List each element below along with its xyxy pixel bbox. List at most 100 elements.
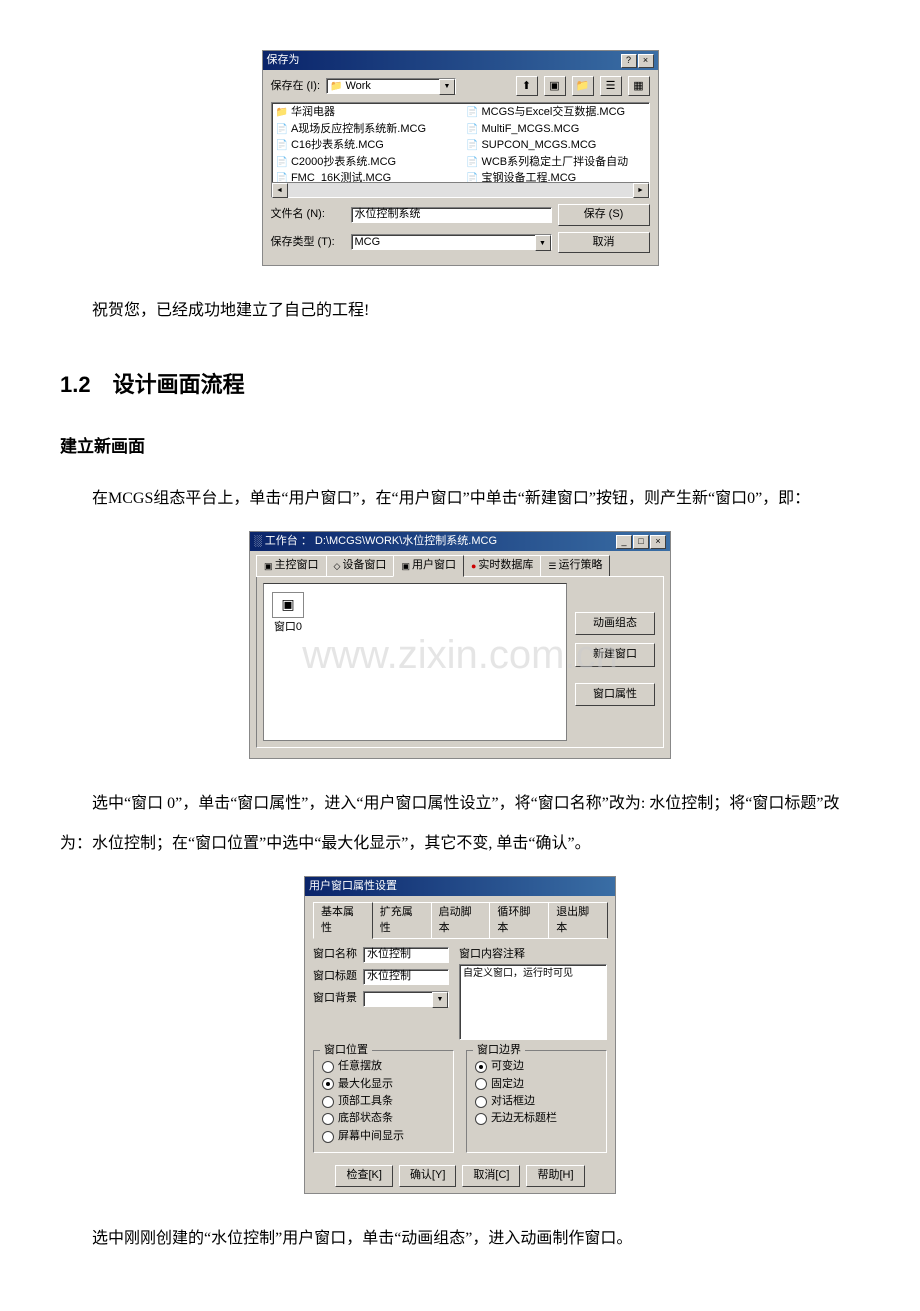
- radio-border-dialog[interactable]: 对话框边: [475, 1094, 598, 1109]
- radio-label: 无边无标题栏: [491, 1111, 557, 1126]
- workbench-window: ░ 工作台 ： D:\MCGS\WORK\水位控制系统.MCG _ □ × ▣主…: [249, 531, 671, 759]
- animation-config-button[interactable]: 动画组态: [575, 612, 655, 635]
- radio-position-max[interactable]: 最大化显示: [322, 1077, 445, 1092]
- file-name: WCB系列稳定土厂拌设备自动: [481, 155, 628, 170]
- radio-position-free[interactable]: 任意摆放: [322, 1059, 445, 1074]
- new-window-button[interactable]: 新建窗口: [575, 643, 655, 666]
- minimize-icon[interactable]: _: [616, 535, 632, 549]
- heading-level-2: 1.2 设计画面流程: [60, 361, 860, 409]
- dropdown-arrow-icon[interactable]: ▼: [432, 992, 448, 1008]
- doc-icon: [276, 122, 288, 137]
- file-name: MultiF_MCGS.MCG: [481, 122, 579, 137]
- tab-run-strategy[interactable]: ☰运行策略: [540, 555, 610, 575]
- note-textarea[interactable]: 自定义窗口，运行时可见: [459, 964, 607, 1040]
- dropdown-arrow-icon[interactable]: ▼: [439, 79, 455, 95]
- save-as-dialog: 保存为 ? × 保存在 (I): Work ▼ ⬆ ▣ 📁 ☰ ▦ 华润电器 A…: [262, 50, 659, 266]
- dialog-titlebar: 保存为 ? ×: [263, 51, 658, 70]
- device-icon: ◇: [334, 560, 341, 573]
- scroll-left-icon[interactable]: ◄: [272, 183, 288, 198]
- property-title: 用户窗口属性设置: [309, 879, 611, 894]
- window-item-label: 窗口0: [274, 620, 302, 635]
- list-item[interactable]: A现场反应控制系统新.MCG: [276, 122, 427, 137]
- radio-position-toptool[interactable]: 顶部工具条: [322, 1094, 445, 1109]
- filetype-combo[interactable]: MCG ▼: [351, 234, 552, 250]
- list-item[interactable]: 华润电器: [276, 105, 427, 120]
- radio-position-center[interactable]: 屏幕中间显示: [322, 1129, 445, 1144]
- database-icon: ●: [471, 560, 476, 573]
- desktop-icon[interactable]: ▣: [544, 76, 566, 96]
- workspace-area[interactable]: ▣ 窗口0: [263, 583, 567, 741]
- scroll-track[interactable]: [288, 183, 633, 197]
- save-button[interactable]: 保存 (S): [558, 204, 650, 225]
- confirm-button[interactable]: 确认[Y]: [399, 1165, 456, 1186]
- radio-label: 对话框边: [491, 1094, 535, 1109]
- list-item[interactable]: SUPCON_MCGS.MCG: [466, 138, 628, 153]
- dropdown-arrow-icon[interactable]: ▼: [535, 235, 551, 251]
- radio-label: 底部状态条: [338, 1111, 393, 1126]
- position-group: 窗口位置 任意摆放 最大化显示 顶部工具条 底部状态条 屏幕中间显示: [313, 1050, 454, 1153]
- radio-position-bottomstatus[interactable]: 底部状态条: [322, 1111, 445, 1126]
- note-value: 自定义窗口，运行时可见: [463, 968, 573, 979]
- scrollbar-horizontal[interactable]: ◄ ►: [272, 182, 649, 197]
- dialog-body: 保存在 (I): Work ▼ ⬆ ▣ 📁 ☰ ▦ 华润电器 A现场反应控制系统…: [263, 70, 658, 265]
- file-list[interactable]: 华润电器 A现场反应控制系统新.MCG C16抄表系统.MCG C2000抄表系…: [271, 102, 650, 198]
- close-icon[interactable]: ×: [650, 535, 666, 549]
- maximize-icon[interactable]: □: [633, 535, 649, 549]
- file-name: SUPCON_MCGS.MCG: [481, 138, 596, 153]
- window-property-button[interactable]: 窗口属性: [575, 683, 655, 706]
- strategy-icon: ☰: [548, 560, 556, 573]
- file-name: 华润电器: [291, 105, 335, 120]
- tab-user-window[interactable]: ▣用户窗口: [393, 555, 464, 576]
- up-folder-icon[interactable]: ⬆: [516, 76, 538, 96]
- tab-device-window[interactable]: ◇设备窗口: [326, 555, 395, 575]
- radio-icon: [322, 1113, 334, 1125]
- list-view-icon[interactable]: ☰: [600, 76, 622, 96]
- help-icon[interactable]: ?: [621, 54, 637, 68]
- check-button[interactable]: 检查[K]: [335, 1165, 392, 1186]
- tab-realtime-db[interactable]: ●实时数据库: [463, 555, 541, 575]
- radio-border-fixed[interactable]: 固定边: [475, 1077, 598, 1092]
- list-item[interactable]: MultiF_MCGS.MCG: [466, 122, 628, 137]
- save-in-combo[interactable]: Work ▼: [326, 78, 456, 94]
- tab-main-window[interactable]: ▣主控窗口: [256, 555, 327, 575]
- window-bg-combo[interactable]: ▼: [363, 991, 449, 1007]
- doc-icon: [466, 155, 478, 170]
- property-dialog: 用户窗口属性设置 基本属性 扩充属性 启动脚本 循环脚本 退出脚本 窗口名称 水…: [304, 876, 616, 1194]
- save-in-value: Work: [345, 79, 370, 94]
- list-item[interactable]: C16抄表系统.MCG: [276, 138, 427, 153]
- file-name: C2000抄表系统.MCG: [291, 155, 396, 170]
- tab-startup-script[interactable]: 启动脚本: [431, 902, 491, 938]
- doc-icon: [466, 122, 478, 137]
- window-item[interactable]: ▣ 窗口0: [272, 592, 304, 635]
- window-icon: ▣: [264, 560, 273, 573]
- radio-border-variable[interactable]: 可变边: [475, 1059, 598, 1074]
- scroll-right-icon[interactable]: ►: [633, 183, 649, 198]
- list-item[interactable]: C2000抄表系统.MCG: [276, 155, 427, 170]
- close-icon[interactable]: ×: [638, 54, 654, 68]
- folder-icon: [276, 105, 288, 120]
- tab-exit-script[interactable]: 退出脚本: [548, 902, 608, 938]
- doc-icon: [276, 155, 288, 170]
- list-item[interactable]: WCB系列稳定土厂拌设备自动: [466, 155, 628, 170]
- tab-basic-prop[interactable]: 基本属性: [313, 902, 373, 939]
- radio-icon: [475, 1113, 487, 1125]
- filename-input[interactable]: 水位控制系统: [351, 207, 552, 223]
- folder-icon: [330, 79, 342, 94]
- radio-label: 可变边: [491, 1059, 524, 1074]
- doc-icon: [466, 138, 478, 153]
- help-button[interactable]: 帮助[H]: [526, 1165, 584, 1186]
- window-name-input[interactable]: 水位控制: [363, 947, 449, 963]
- tabbar: ▣主控窗口 ◇设备窗口 ▣用户窗口 ●实时数据库 ☰运行策略: [256, 555, 664, 576]
- cancel-button[interactable]: 取消: [558, 232, 650, 253]
- details-view-icon[interactable]: ▦: [628, 76, 650, 96]
- list-item[interactable]: MCGS与Excel交互数据.MCG: [466, 105, 628, 120]
- cancel-button[interactable]: 取消[C]: [462, 1165, 520, 1186]
- window-caption-input[interactable]: 水位控制: [363, 969, 449, 985]
- tab-extend-prop[interactable]: 扩充属性: [372, 902, 432, 938]
- filetype-label: 保存类型 (T):: [271, 235, 345, 250]
- radio-border-none[interactable]: 无边无标题栏: [475, 1111, 598, 1126]
- tab-label: 用户窗口: [412, 558, 456, 573]
- window-caption-value: 水位控制: [367, 969, 411, 984]
- new-folder-icon[interactable]: 📁: [572, 76, 594, 96]
- tab-loop-script[interactable]: 循环脚本: [489, 902, 549, 938]
